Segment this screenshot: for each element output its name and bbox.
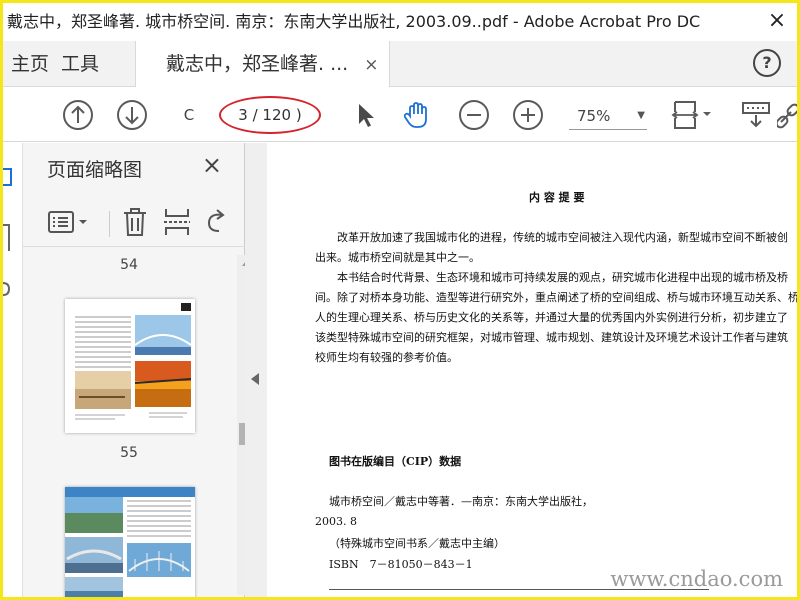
plus-icon (521, 108, 535, 122)
tab-home-label: 主页 (10, 53, 49, 75)
next-page-button[interactable] (117, 100, 147, 130)
summary-line: 校师生均有较强的参考价值。 (315, 351, 458, 364)
tab-tools-label: 工具 (61, 53, 100, 75)
tab-document-label: 戴志中，郑圣峰著. ... (166, 53, 349, 75)
zoom-in-button[interactable] (513, 100, 543, 130)
summary-line: 改革开放加速了我国城市化的进程，传统的城市空间被注入现代内涵，新型城市空间不断被… (337, 231, 788, 244)
thumbnail-page-number: 54 (120, 257, 138, 273)
bookmarks-icon[interactable] (3, 223, 13, 253)
panel-close-icon[interactable]: × (202, 151, 222, 179)
zoom-value: 75% (577, 107, 611, 125)
cip-line: ISBN 7－81050－843－1 (329, 558, 473, 571)
arrow-up-icon (71, 105, 85, 123)
extract-pages-icon[interactable] (163, 207, 191, 237)
tab-close-icon[interactable]: × (364, 55, 378, 75)
thumbnail-page-55[interactable] (65, 487, 195, 597)
page-fit-icon[interactable] (671, 100, 715, 130)
panel-toolbar (23, 201, 245, 247)
toolbar: C 3 / 120 ) 75% ▼ (3, 88, 797, 142)
arrow-down-icon (125, 107, 139, 125)
zoom-select[interactable]: 75% ▼ (569, 102, 647, 130)
page-thumbnails-icon[interactable] (3, 165, 15, 187)
page-thumbnails-panel: 页面缩略图 × 54 55 (23, 143, 255, 597)
page-preview-image (65, 487, 195, 597)
chevron-down-icon: ▼ (637, 110, 645, 121)
collapse-arrow-icon (251, 373, 259, 385)
window-titlebar: 戴志中，郑圣峰著. 城市桥空间. 南京：东南大学出版社, 2003.09..pd… (3, 3, 797, 41)
cip-heading: 图书在版编目（CIP）数据 (329, 455, 462, 468)
zoom-out-button[interactable] (459, 100, 489, 130)
toolbar-divider (109, 211, 110, 237)
tab-home[interactable]: 主页 (3, 41, 53, 87)
page-number-input[interactable]: C (175, 102, 203, 128)
watermark: www.cndao.com (610, 567, 783, 591)
panel-title: 页面缩略图 (47, 159, 143, 181)
summary-heading: 内 容 提 要 (529, 191, 585, 204)
cip-line: 城市桥空间／戴志中等著．—南京：东南大学出版社， (329, 495, 593, 508)
tab-bar: 主页 工具 戴志中，郑圣峰著. ... × ? (3, 41, 797, 87)
page-preview-image (75, 303, 192, 420)
attachment-icon[interactable] (3, 279, 13, 301)
window-title: 戴志中，郑圣峰著. 城市桥空间. 南京：东南大学出版社, 2003.09..pd… (7, 12, 701, 31)
help-icon[interactable]: ? (753, 49, 781, 77)
app-window: 戴志中，郑圣峰著. 城市桥空间. 南京：东南大学出版社, 2003.09..pd… (0, 0, 800, 600)
previous-page-button[interactable] (63, 100, 93, 130)
left-nav-rail (3, 143, 23, 597)
tab-document[interactable]: 戴志中，郑圣峰著. ... × (135, 41, 390, 87)
document-page: 内 容 提 要 改革开放加速了我国城市化的进程，传统的城市空间被注入现代内涵，新… (267, 143, 797, 597)
page-count: 3 / 120 ) (219, 96, 321, 134)
summary-line: 本书结合时代背景、生态环境和城市可持续发展的观点，研究城市化进程中出现的城市桥及… (337, 271, 788, 284)
cip-line: （特殊城市空间书系／戴志中主编） (329, 537, 505, 550)
keyboard-icon[interactable] (741, 100, 771, 130)
window-close-button[interactable]: × (757, 3, 797, 41)
trash-icon[interactable] (121, 207, 149, 237)
hand-tool-icon[interactable] (401, 100, 431, 130)
tab-tools[interactable]: 工具 (61, 41, 99, 87)
summary-line: 该类型特殊城市空间的研究框架，对城市管理、城市规划、建筑设计及环境艺术设计工作者… (315, 331, 788, 344)
rotate-icon[interactable] (205, 207, 227, 237)
summary-line: 人的生理心理关系、桥与历史文化的关系等，并通过大量的优秀国内外实例进行分析，初步… (315, 311, 788, 324)
summary-line: 间。除了对桥本身功能、造型等进行研究外，重点阐述了桥的空间组成、桥与城市环境互动… (315, 291, 797, 304)
thumbnail-page-number: 55 (120, 445, 138, 461)
link-icon[interactable] (777, 100, 797, 130)
thumbnail-page-54[interactable] (65, 299, 195, 433)
thumbnail-options-icon[interactable] (47, 207, 93, 237)
summary-line: 出来。城市桥空间就是其中之一。 (315, 251, 480, 264)
select-cursor-icon[interactable] (351, 100, 381, 130)
cip-line: 2003. 8 (315, 515, 357, 528)
panel-collapse-handle[interactable] (245, 143, 267, 597)
minus-icon (467, 114, 481, 116)
